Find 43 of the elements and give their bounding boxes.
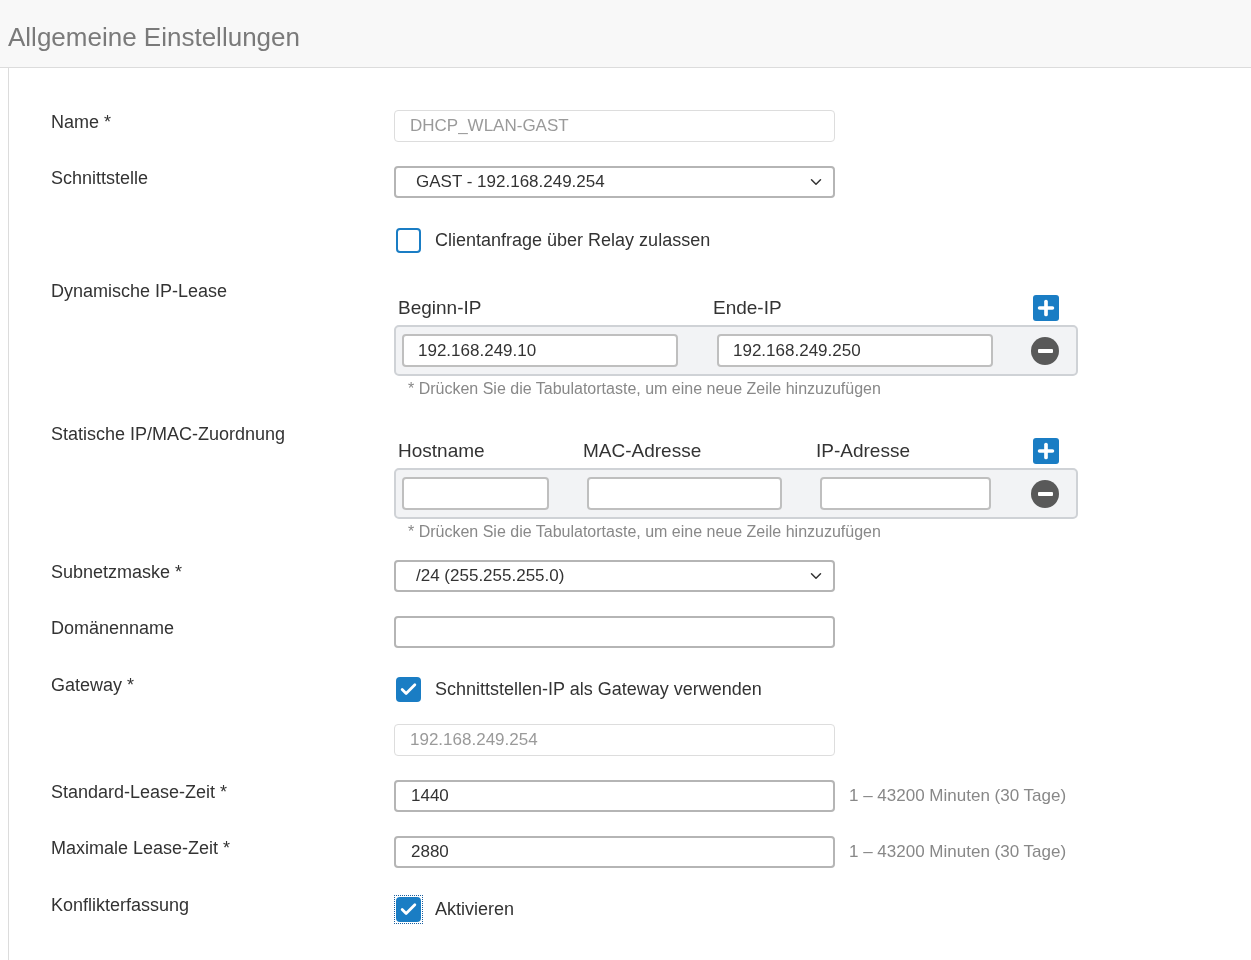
- table-hint: * Drücken Sie die Tabulatortaste, um eine neue Zeile hinzuzufügen: [408, 523, 881, 540]
- column-header: Hostname: [398, 438, 486, 463]
- field-label: Statische IP/MAC-Zuordnung: [51, 424, 286, 444]
- checkbox-label: Clientanfrage über Relay zulassen: [435, 229, 711, 252]
- field-label: Domänenname: [51, 618, 175, 638]
- minus-icon: [1037, 348, 1053, 353]
- checkbox-label: Schnittstellen-IP als Gateway verwenden: [435, 678, 762, 701]
- text-field[interactable]: [394, 616, 835, 648]
- field-label: Name *: [51, 112, 112, 132]
- dropdown-select[interactable]: GAST - 192.168.249.254: [394, 166, 835, 198]
- table-input-field[interactable]: 192.168.249.10: [402, 334, 678, 367]
- column-header: Ende-IP: [713, 295, 783, 320]
- field-label: Konflikterfassung: [51, 895, 190, 915]
- field-label: Schnittstelle: [51, 168, 149, 188]
- text-field[interactable]: 1440: [394, 780, 835, 812]
- checkbox-label: Aktivieren: [435, 898, 515, 921]
- table-input-field[interactable]: [820, 477, 991, 510]
- column-header: Beginn-IP: [398, 295, 483, 320]
- field-label: Subnetzmaske *: [51, 562, 183, 582]
- column-header: MAC-Adresse: [583, 438, 703, 463]
- field-label: Gateway *: [51, 675, 135, 695]
- range-hint: 1 – 43200 Minuten (30 Tage): [849, 785, 1067, 808]
- checkbox[interactable]: [396, 228, 421, 253]
- section-title: Allgemeine Einstellungen: [8, 21, 300, 54]
- add-row-button[interactable]: [1033, 295, 1059, 321]
- checkbox[interactable]: [396, 677, 421, 702]
- field-label: Standard-Lease-Zeit *: [51, 782, 228, 802]
- table-input-field[interactable]: [402, 477, 549, 510]
- plus-icon: [1035, 440, 1057, 462]
- field-label: Dynamische IP-Lease: [51, 281, 228, 301]
- table-input-field[interactable]: [587, 477, 782, 510]
- text-field[interactable]: 2880: [394, 836, 835, 868]
- range-hint: 1 – 43200 Minuten (30 Tage): [849, 841, 1067, 864]
- minus-icon: [1037, 491, 1053, 496]
- remove-row-button[interactable]: [1031, 479, 1059, 508]
- table-hint: * Drücken Sie die Tabulatortaste, um eine neue Zeile hinzuzufügen: [408, 380, 881, 397]
- dropdown-select[interactable]: /24 (255.255.255.0): [394, 560, 835, 592]
- remove-row-button[interactable]: [1031, 336, 1059, 365]
- plus-icon: [1035, 297, 1057, 319]
- field-label: Maximale Lease-Zeit *: [51, 838, 231, 858]
- add-row-button[interactable]: [1033, 438, 1059, 464]
- table-input-field[interactable]: 192.168.249.250: [717, 334, 993, 367]
- column-header: IP-Adresse: [816, 438, 911, 463]
